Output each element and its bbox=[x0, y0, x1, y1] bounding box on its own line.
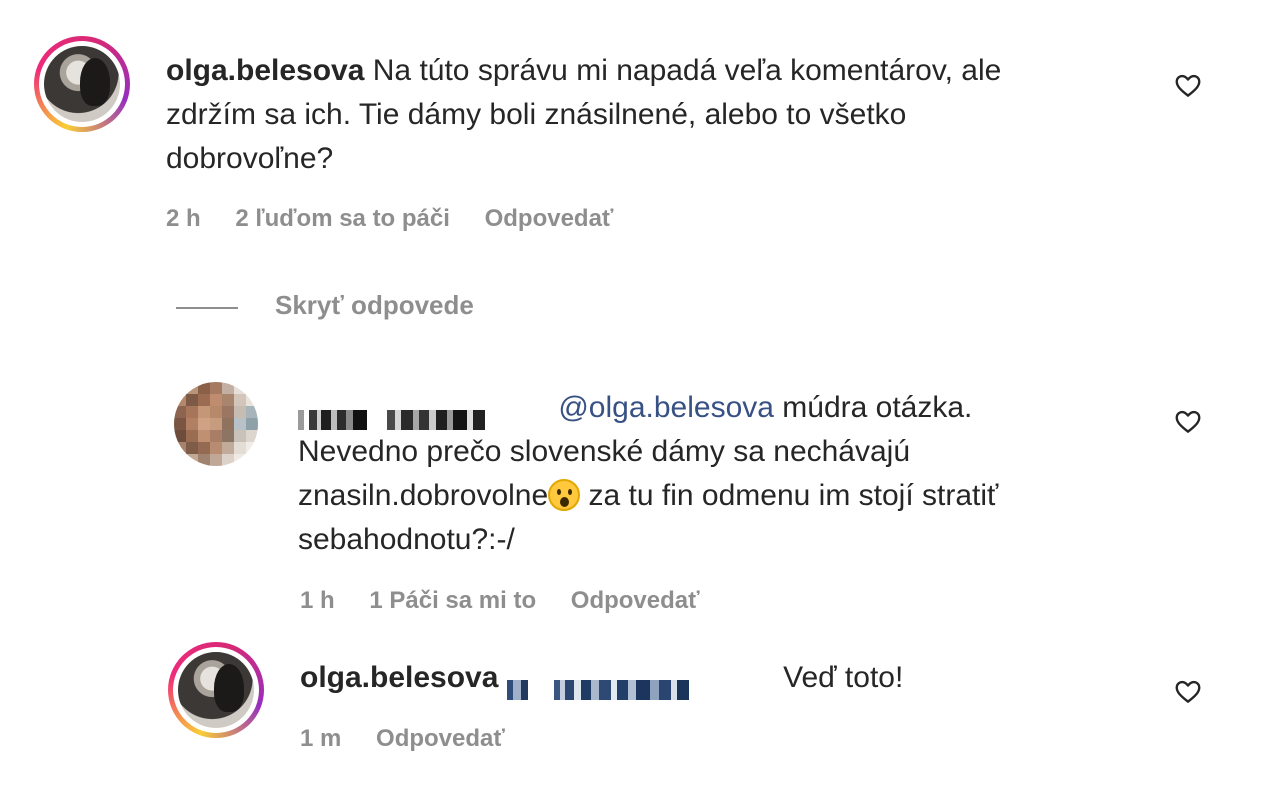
comment-meta: 1 m Odpovedať bbox=[300, 725, 533, 753]
comment-text-line: Na túto správu mi napadá veľa komentárov… bbox=[372, 54, 1002, 87]
comment-text-line: zdržím sa ich. Tie dámy boli znásilnené,… bbox=[166, 98, 907, 131]
comment-meta: 1 h 1 Páči sa mi to Odpovedať bbox=[300, 587, 728, 615]
redacted-mention[interactable] bbox=[506, 669, 775, 701]
reply-button[interactable]: Odpovedať bbox=[485, 205, 614, 232]
comment-text-line: znasiln.dobrovolne bbox=[298, 479, 549, 512]
comment-body: olga.belesova Na túto správu mi napadá v… bbox=[166, 49, 1126, 181]
comment-text-line: múdra otázka. bbox=[773, 391, 973, 424]
comment-meta: 2 h 2 ľuďom sa to páči Odpovedať bbox=[166, 205, 641, 233]
heart-icon[interactable] bbox=[1173, 676, 1203, 706]
comment-username[interactable]: olga.belesova bbox=[166, 54, 364, 87]
comment-likes[interactable]: 1 Páči sa mi to bbox=[369, 587, 536, 614]
toggle-divider bbox=[176, 307, 238, 309]
hide-replies-button[interactable]: Skryť odpovede bbox=[275, 290, 474, 321]
heart-icon[interactable] bbox=[1173, 406, 1203, 436]
comment-time[interactable]: 2 h bbox=[166, 205, 201, 232]
comment-text-line: za tu fin odmenu im stojí stratiť bbox=[580, 479, 999, 512]
astonished-face-emoji bbox=[548, 479, 581, 511]
redacted-username[interactable] bbox=[298, 399, 550, 431]
heart-icon[interactable] bbox=[1173, 70, 1203, 100]
avatar[interactable] bbox=[34, 36, 130, 132]
comment-body: olga.belesova Veď toto! bbox=[300, 656, 1160, 701]
reply-button[interactable]: Odpovedať bbox=[571, 587, 700, 614]
comment-text-line: dobrovoľne? bbox=[166, 142, 334, 175]
mention-link[interactable]: @olga.belesova bbox=[558, 391, 774, 424]
reply-button[interactable]: Odpovedať bbox=[376, 725, 505, 752]
comment-body: @olga.belesova múdra otázka. Nevedno pre… bbox=[298, 386, 1158, 562]
avatar[interactable] bbox=[168, 642, 264, 738]
comment-text-line: Veď toto! bbox=[783, 661, 904, 694]
comment-time[interactable]: 1 m bbox=[300, 725, 341, 752]
comment-text-line: sebahodnotu?:-/ bbox=[298, 523, 515, 556]
comment-likes[interactable]: 2 ľuďom sa to páči bbox=[235, 205, 450, 232]
avatar[interactable] bbox=[174, 382, 258, 466]
comment-username[interactable]: olga.belesova bbox=[300, 661, 498, 694]
comment-text-line: Nevedno prečo slovenské dámy sa nechávaj… bbox=[298, 435, 911, 468]
comment-time[interactable]: 1 h bbox=[300, 587, 335, 614]
